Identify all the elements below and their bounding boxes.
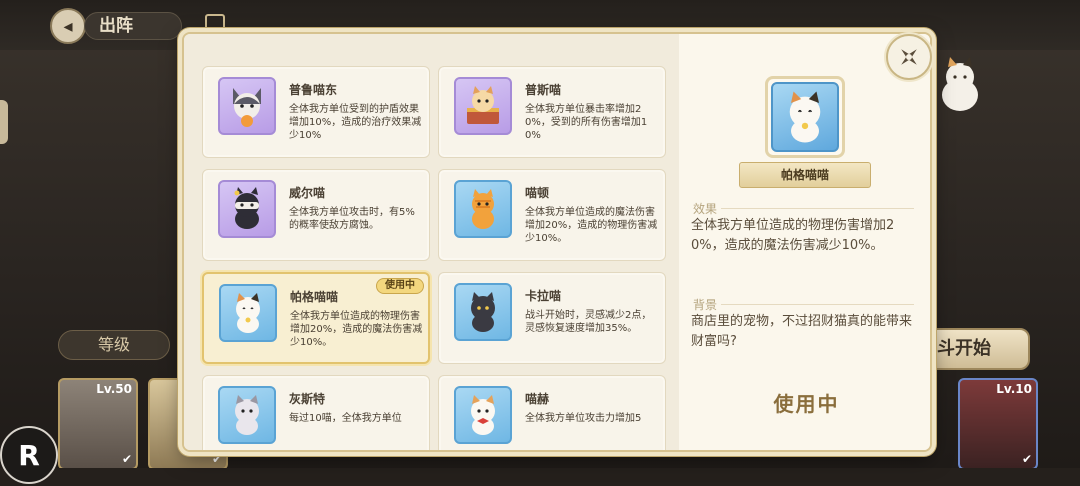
pet-detail-panel: 帕格喵喵 效果 全体我方单位造成的物理伤害增加20%，造成的魔法伤害减少10%。… (679, 34, 930, 450)
divider (721, 208, 914, 209)
pet-list[interactable]: 普鲁喵东 全体我方单位受到的护盾效果增加10%，造成的治疗效果减少10% 普斯喵… (184, 34, 679, 450)
pet-name: 威尔喵 (289, 186, 326, 200)
check-icon: ✔ (211, 452, 222, 466)
side-tab[interactable] (0, 100, 8, 144)
cat-icon (471, 292, 495, 332)
pet-card[interactable]: 喵赫 全体我方单位攻击力增加5 (438, 375, 666, 450)
pet-card[interactable]: 卡拉喵 战斗开始时，灵感减少2点，灵感恢复速度增加35%。 (438, 272, 666, 364)
pet-description: 每过10喵，全体我方单位 (289, 413, 402, 424)
info-icon[interactable] (205, 14, 225, 34)
pet-card[interactable]: 普斯喵 全体我方单位暴击率增加20%，受到的所有伤害增加10% (438, 66, 666, 158)
pet-description: 全体我方单位造成的魔法伤害增加20%，造成的物理伤害减少10%。 (525, 207, 658, 244)
pet-name: 普鲁喵东 (289, 83, 338, 97)
back-arrow-icon: ◂ (63, 15, 73, 37)
pet-portrait (454, 180, 512, 238)
cat-icon (233, 88, 261, 127)
level-sort-button[interactable]: 等级 (58, 330, 170, 360)
pet-portrait (218, 386, 276, 444)
back-button[interactable]: ◂ (50, 8, 86, 44)
effect-label: 效果 (693, 202, 718, 216)
cat-mascot-icon (942, 57, 978, 111)
pet-portrait (454, 77, 512, 135)
detail-portrait (765, 76, 845, 158)
pet-name: 帕格喵喵 (290, 290, 339, 304)
cat-icon (235, 395, 259, 435)
detail-pet-name: 帕格喵喵 (739, 162, 871, 188)
pet-name: 喵顿 (525, 186, 550, 200)
hero-card[interactable]: Lv.10 ✔ (958, 378, 1038, 470)
hero-level: Lv.10 (996, 382, 1032, 396)
pet-description: 战斗开始时，灵感减少2点，灵感恢复速度增加35%。 (525, 310, 652, 334)
pet-card[interactable]: 灰斯特 每过10喵，全体我方单位 (202, 375, 430, 450)
cat-icon (467, 86, 499, 124)
hero-strip-footer (0, 468, 1080, 486)
pet-card[interactable]: 普鲁喵东 全体我方单位受到的护盾效果增加10%，造成的治疗效果减少10% (202, 66, 430, 158)
pet-portrait (219, 284, 277, 342)
pet-name: 灰斯特 (289, 392, 326, 406)
pet-name: 喵赫 (525, 392, 550, 406)
background-text: 商店里的宠物，不过招财猫真的能带来财富吗? (691, 314, 913, 349)
pet-name: 普斯喵 (525, 83, 562, 97)
ninja-cat-icon (234, 187, 259, 229)
pet-portrait (218, 77, 276, 135)
pet-description: 全体我方单位攻击力增加5 (525, 413, 642, 424)
close-icon (901, 49, 917, 65)
background-label: 背景 (693, 298, 718, 312)
close-button[interactable] (886, 34, 932, 80)
pet-portrait (454, 386, 512, 444)
check-icon: ✔ (1021, 452, 1032, 466)
effect-text: 全体我方单位造成的物理伤害增加20%，造成的魔法伤害减少10%。 (691, 218, 895, 253)
start-battle-button[interactable]: 斗开始 (915, 328, 1030, 370)
divider (721, 304, 914, 305)
pet-card[interactable]: 威尔喵 全体我方单位攻击时，有5%的概率使敌方腐蚀。 (202, 169, 430, 261)
pet-portrait (454, 283, 512, 341)
page-title: 出阵 (84, 12, 182, 40)
pet-portrait (218, 180, 276, 238)
hero-level: Lv.50 (96, 382, 132, 396)
pet-name: 卡拉喵 (525, 289, 562, 303)
hero-card[interactable]: Lv.50 ✔ (58, 378, 138, 470)
pet-card[interactable]: 喵顿 全体我方单位造成的魔法伤害增加20%，造成的物理伤害减少10%。 (438, 169, 666, 261)
pet-select-dialog: 普鲁喵东 全体我方单位受到的护盾效果增加10%，造成的治疗效果减少10% 普斯喵… (182, 32, 932, 452)
cat-icon (472, 189, 494, 229)
in-use-badge: 使用中 (376, 278, 424, 294)
pet-description: 全体我方单位暴击率增加20%，受到的所有伤害增加10% (525, 104, 648, 141)
pet-card-selected[interactable]: 帕格喵喵 使用中 全体我方单位造成的物理伤害增加20%，造成的魔法伤害减少10%… (202, 272, 430, 364)
pet-description: 全体我方单位受到的护盾效果增加10%，造成的治疗效果减少10% (289, 104, 422, 141)
pet-description: 全体我方单位攻击时，有5%的概率使敌方腐蚀。 (289, 207, 415, 231)
cat-icon (471, 395, 495, 435)
app-logo-icon[interactable]: R (0, 426, 58, 484)
check-icon: ✔ (121, 452, 132, 466)
lucky-cat-icon (789, 91, 821, 143)
in-use-status: 使用中 (773, 392, 840, 416)
pet-description: 全体我方单位造成的物理伤害增加20%，造成的魔法伤害减少10%。 (290, 311, 423, 348)
lucky-cat-icon (236, 293, 260, 333)
